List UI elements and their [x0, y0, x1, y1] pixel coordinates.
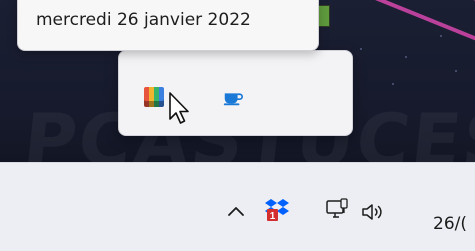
network-icon	[326, 198, 348, 218]
screen: mercredi 26 janvier 2022 PCASTUCES 1 26/…	[0, 0, 475, 251]
wallpaper-dot	[455, 70, 457, 72]
wallpaper-dot	[405, 56, 407, 58]
wallpaper-dot	[360, 48, 362, 50]
speaker-icon	[362, 204, 382, 220]
date-tooltip: mercredi 26 janvier 2022	[17, 0, 319, 51]
show-hidden-icons-button[interactable]	[221, 197, 251, 227]
dropbox-icon: 1	[265, 199, 289, 222]
system-tray: 1	[0, 195, 475, 231]
volume-tray-icon[interactable]	[358, 197, 388, 227]
wallpaper-streak-thin	[354, 0, 475, 45]
date-tooltip-text: mercredi 26 janvier 2022	[36, 10, 251, 30]
mouse-cursor-icon	[169, 92, 189, 124]
palette-grid-icon	[144, 87, 164, 107]
chevron-up-icon	[228, 207, 244, 216]
tray-overflow-panel[interactable]	[118, 50, 353, 136]
wallpaper-dot	[392, 83, 394, 85]
tray-app-caffeine[interactable]	[218, 82, 248, 112]
tray-app-color[interactable]	[139, 82, 169, 112]
taskbar-clock[interactable]: 26/(	[433, 214, 467, 234]
dropbox-badge: 1	[270, 211, 276, 222]
network-tray-icon[interactable]	[322, 195, 352, 225]
dropbox-tray-icon[interactable]: 1	[262, 194, 292, 224]
coffee-cup-icon	[223, 93, 243, 106]
wallpaper-dot	[440, 35, 442, 37]
